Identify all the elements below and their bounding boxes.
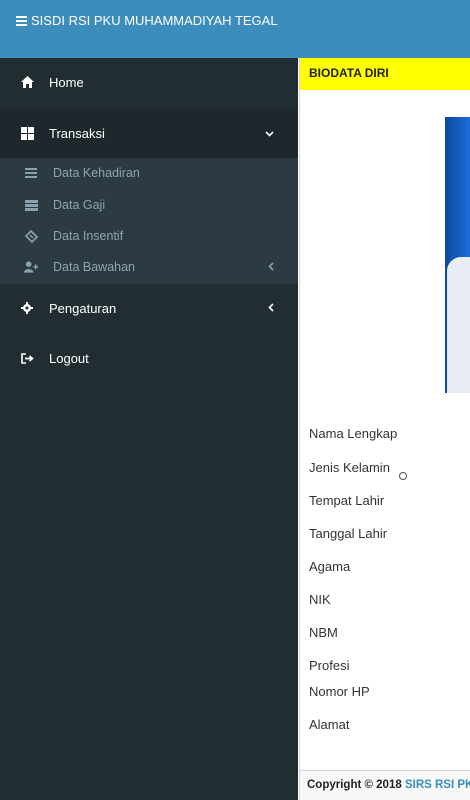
top-navbar: SISDI RSI PKU MUHAMMADIYAH TEGAL [0,0,470,58]
app-title-text: SISDI RSI PKU MUHAMMADIYAH TEGAL [31,13,278,28]
field-label-nik: NIK [309,592,331,607]
submenu-item-label: Data Gaji [53,198,106,212]
submenu-item-data-kehadiran[interactable]: Data Kehadiran [0,158,298,188]
copyright-prefix: Copyright © 2018 [307,779,405,791]
sidebar-item-label: Home [49,74,84,90]
app-title[interactable]: SISDI RSI PKU MUHAMMADIYAH TEGAL [16,13,278,28]
sidebar-item-label: Pengaturan [49,300,117,316]
field-label-profesi: Profesi [309,658,350,673]
sign-out-icon [20,351,34,365]
submenu-item-data-insentif[interactable]: Data Insentif [0,221,298,251]
sidebar-item-label: Transaksi [49,125,105,141]
field-label-nama: Nama Lengkap [309,426,398,441]
field-label-alamat: Alamat [309,717,350,732]
chevron-down-icon [265,126,274,140]
footer: Copyright © 2018 SIRS RSI PKU [300,770,470,800]
home-icon [20,75,34,89]
sidebar-item-home[interactable]: Home [0,64,298,100]
sidebar: Home Transaksi Data Kehadiran Data Gaji [0,58,298,800]
submenu-item-label: Data Bawahan [53,260,136,274]
sidebar-item-pengaturan[interactable]: Pengaturan [0,290,298,326]
footer-link[interactable]: SIRS RSI PKU [405,779,470,791]
submenu-item-data-gaji[interactable]: Data Gaji [0,190,298,220]
chevron-left-icon [268,301,274,315]
copyright-text: Copyright © 2018 SIRS RSI PKU [307,779,470,791]
main-content: BIODATA DIRI Nama Lengkap Jenis Kelamin … [299,58,470,800]
section-header: BIODATA DIRI [300,58,470,90]
menu-toggle-icon[interactable] [16,16,27,26]
submenu-item-data-bawahan[interactable]: Data Bawahan [0,252,298,282]
field-label-tempat-lahir: Tempat Lahir [309,493,385,508]
field-label-agama: Agama [309,559,351,574]
user-plus-icon [24,261,38,273]
profile-photo [445,117,470,393]
sidebar-item-logout[interactable]: Logout [0,340,298,376]
gender-radio[interactable] [399,472,407,480]
field-label-jenis-kelamin: Jenis Kelamin [309,460,390,475]
field-label-nomor-hp: Nomor HP [309,684,370,699]
ticket-icon [24,229,38,243]
sidebar-item-label: Logout [49,350,89,366]
chevron-left-icon [268,260,274,274]
gear-icon [20,301,34,315]
submenu-item-label: Data Kehadiran [53,166,140,180]
field-label-tanggal-lahir: Tanggal Lahir [309,526,388,541]
transaksi-submenu: Data Kehadiran Data Gaji Data Insentif D… [0,158,298,284]
sidebar-item-transaksi[interactable]: Transaksi [0,108,298,158]
list-icon [24,167,38,179]
submenu-item-label: Data Insentif [53,229,124,243]
windows-icon [20,126,34,140]
money-icon [24,199,38,211]
field-label-nbm: NBM [309,625,338,640]
section-title: BIODATA DIRI [309,66,389,80]
